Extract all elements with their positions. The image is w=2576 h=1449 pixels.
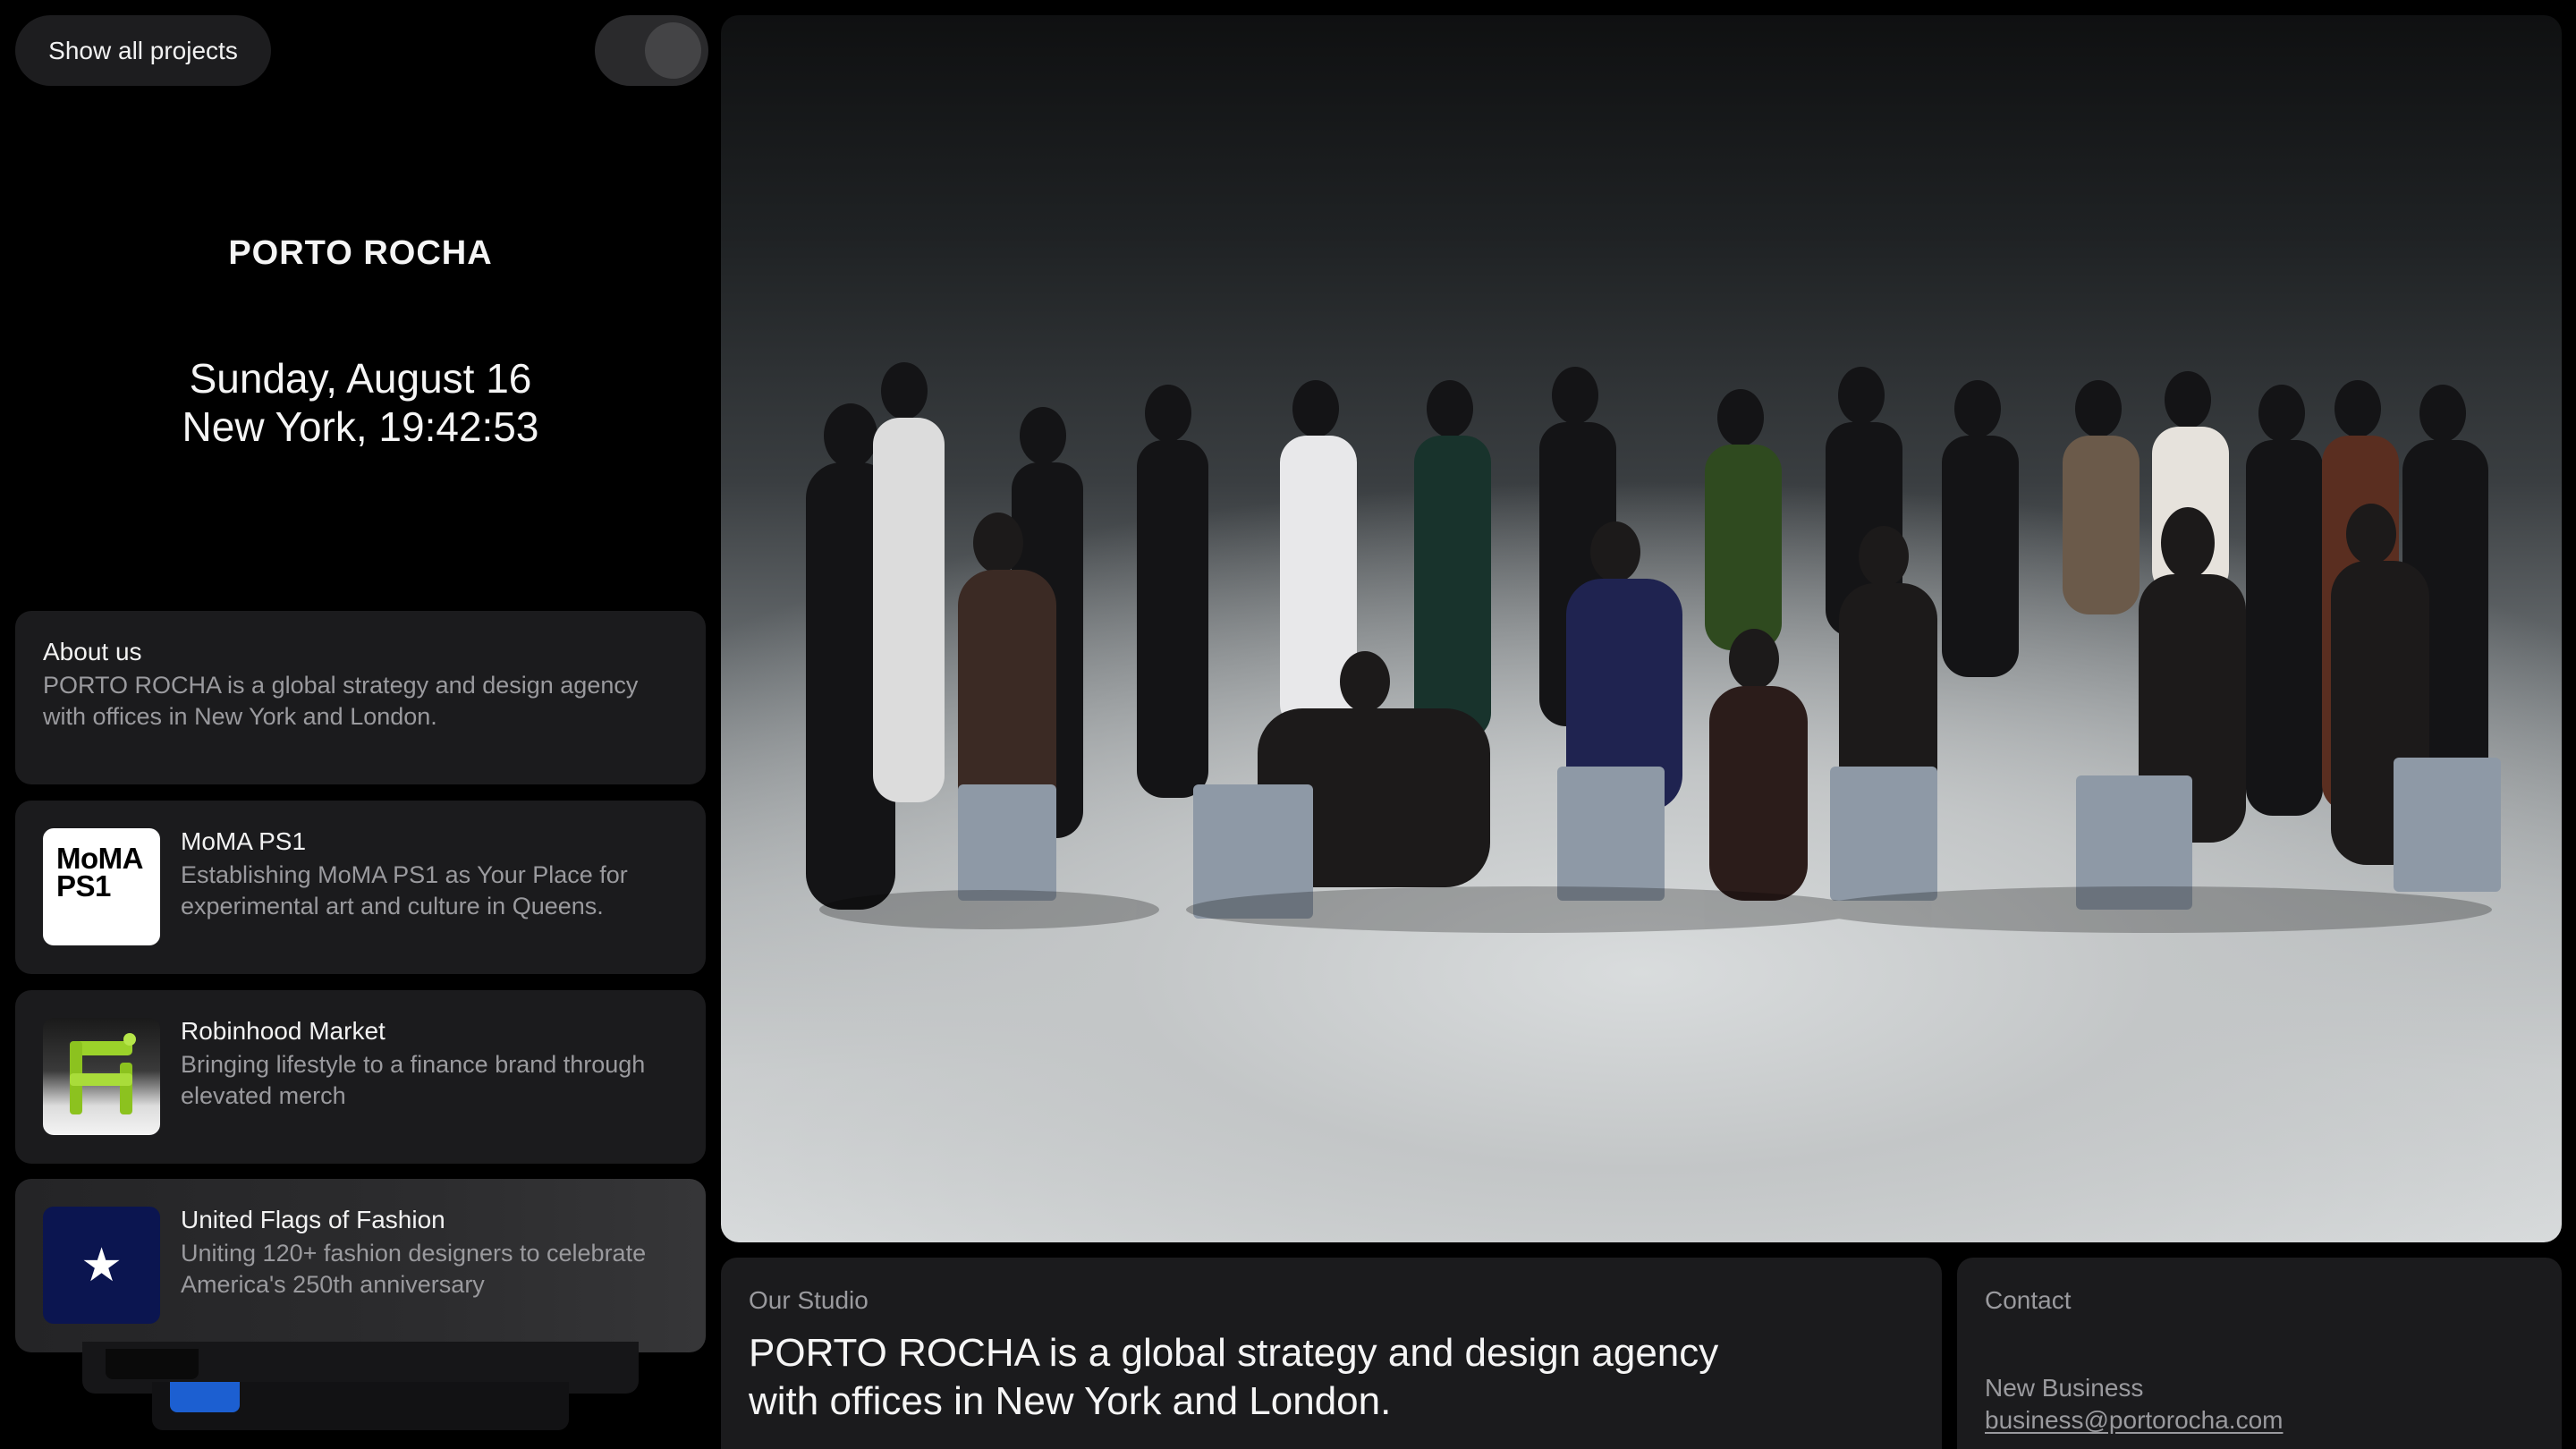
project-card-moma-ps1[interactable]: MoMA PS1 MoMA PS1 Establishing MoMA PS1 a… [15, 801, 706, 974]
project-description: Establishing MoMA PS1 as Your Place for … [181, 861, 628, 919]
clock-date: Sunday, August 16 [189, 355, 532, 402]
star-icon: ★ [43, 1207, 160, 1324]
about-text: PORTO ROCHA is a global strategy and des… [43, 672, 639, 730]
about-title: About us [43, 638, 142, 665]
theme-toggle[interactable] [595, 15, 708, 86]
project-card-united-flags[interactable]: ★ United Flags of Fashion Uniting 120+ f… [15, 1179, 706, 1352]
sidebar: Show all projects PORTO ROCHA Sunday, Au… [0, 0, 721, 1449]
project-description: Uniting 120+ fashion designers to celebr… [181, 1240, 647, 1298]
project-title: United Flags of Fashion [181, 1206, 445, 1233]
about-card: About us PORTO ROCHA is a global strateg… [15, 611, 706, 784]
project-title: MoMA PS1 [181, 827, 307, 855]
project-card-robinhood[interactable]: Robinhood Market Bringing lifestyle to a… [15, 990, 706, 1164]
clock-location-time: New York, 19:42:53 [182, 403, 539, 450]
team-photo [721, 15, 2562, 1242]
brand-name: PORTO ROCHA [228, 234, 493, 272]
stacked-thumb [170, 1382, 240, 1412]
studio-text: PORTO ROCHA is a global strategy and des… [749, 1331, 1719, 1423]
stacked-card-preview [152, 1382, 569, 1430]
toggle-knob [645, 22, 701, 79]
contact-label: Contact [1985, 1286, 2072, 1314]
project-description: Bringing lifestyle to a finance brand th… [181, 1051, 646, 1109]
contact-subtitle: New Business [1985, 1374, 2144, 1402]
contact-panel: Contact New Business business@portorocha… [1957, 1258, 2562, 1449]
robinhood-chair-logo [43, 1018, 160, 1135]
stacked-thumb [106, 1349, 199, 1379]
contact-email-link[interactable]: business@portorocha.com [1985, 1406, 2283, 1435]
our-studio-panel: Our Studio PORTO ROCHA is a global strat… [721, 1258, 1942, 1449]
studio-label: Our Studio [749, 1286, 869, 1314]
moma-ps1-logo: MoMA PS1 [43, 828, 160, 945]
project-title: Robinhood Market [181, 1017, 386, 1045]
clock: Sunday, August 16 New York, 19:42:53 [0, 354, 721, 451]
team-photo-illustration [806, 362, 2501, 933]
show-all-projects-button[interactable]: Show all projects [15, 15, 271, 86]
